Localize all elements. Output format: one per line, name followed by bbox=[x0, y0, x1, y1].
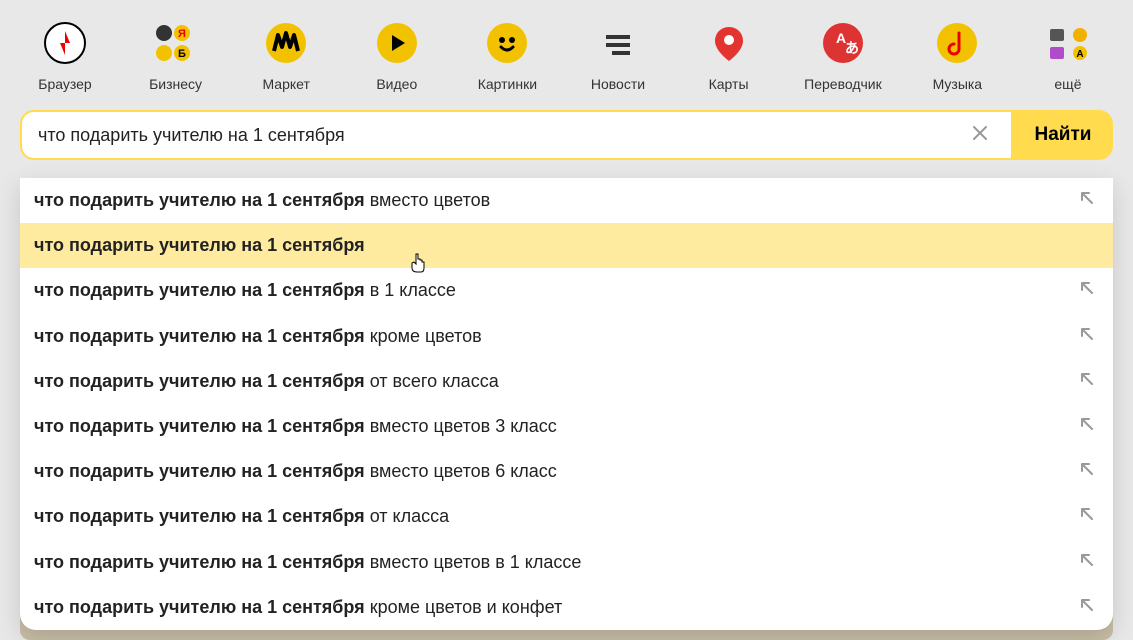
nav-video[interactable]: Видео bbox=[362, 18, 432, 92]
nav-label: Маркет bbox=[262, 76, 309, 92]
nav-label: ещё bbox=[1054, 76, 1081, 92]
svg-text:あ: あ bbox=[845, 40, 859, 56]
insert-arrow-icon[interactable] bbox=[1079, 278, 1095, 303]
translate-icon: Aあ bbox=[818, 18, 868, 68]
suggestion-item[interactable]: что подарить учителю на 1 сентября от кл… bbox=[20, 494, 1113, 539]
clear-icon[interactable] bbox=[965, 124, 995, 146]
suggestion-item[interactable]: что подарить учителю на 1 сентября от вс… bbox=[20, 359, 1113, 404]
nav-news[interactable]: Новости bbox=[583, 18, 653, 92]
nav-label: Браузер bbox=[38, 76, 91, 92]
insert-arrow-icon[interactable] bbox=[1079, 595, 1095, 620]
suggestion-item[interactable]: что подарить учителю на 1 сентября вмест… bbox=[20, 449, 1113, 494]
nav-maps[interactable]: Карты bbox=[694, 18, 764, 92]
nav-label: Картинки bbox=[478, 76, 537, 92]
insert-arrow-icon[interactable] bbox=[1079, 188, 1095, 213]
svg-text:Б: Б bbox=[178, 48, 186, 60]
news-icon bbox=[593, 18, 643, 68]
suggestion-item[interactable]: что подарить учителю на 1 сентября кроме… bbox=[20, 585, 1113, 630]
suggestion-text: что подарить учителю на 1 сентября кроме… bbox=[34, 324, 1059, 349]
suggestion-item[interactable]: что подарить учителю на 1 сентября bbox=[20, 223, 1113, 268]
maps-icon bbox=[704, 18, 754, 68]
suggestion-text: что подарить учителю на 1 сентября вмест… bbox=[34, 459, 1059, 484]
nav-music[interactable]: Музыка bbox=[922, 18, 992, 92]
browser-icon bbox=[40, 18, 90, 68]
business-icon: Я Б bbox=[151, 18, 201, 68]
suggestion-text: что подарить учителю на 1 сентября вмест… bbox=[34, 188, 1059, 213]
suggestion-item[interactable]: что подарить учителю на 1 сентября в 1 к… bbox=[20, 268, 1113, 313]
insert-arrow-icon[interactable] bbox=[1079, 550, 1095, 575]
top-nav: Браузер Я Б Бизнесу Маркет Видео Картинк… bbox=[0, 0, 1133, 92]
nav-browser[interactable]: Браузер bbox=[30, 18, 100, 92]
nav-label: Новости bbox=[591, 76, 645, 92]
svg-text:Я: Я bbox=[178, 28, 186, 40]
suggestion-text: что подарить учителю на 1 сентября от вс… bbox=[34, 369, 1059, 394]
suggestion-item[interactable]: что подарить учителю на 1 сентября кроме… bbox=[20, 314, 1113, 359]
nav-label: Бизнесу bbox=[149, 76, 202, 92]
nav-label: Видео bbox=[376, 76, 417, 92]
nav-images[interactable]: Картинки bbox=[472, 18, 542, 92]
nav-business[interactable]: Я Б Бизнесу bbox=[141, 18, 211, 92]
market-icon bbox=[261, 18, 311, 68]
suggestion-text: что подарить учителю на 1 сентября кроме… bbox=[34, 595, 1059, 620]
insert-arrow-icon[interactable] bbox=[1079, 504, 1095, 529]
nav-label: Карты bbox=[709, 76, 749, 92]
search-bar: Найти bbox=[20, 110, 1113, 160]
search-input-container bbox=[20, 110, 1013, 160]
suggestion-item[interactable]: что подарить учителю на 1 сентября вмест… bbox=[20, 404, 1113, 449]
suggestion-text: что подарить учителю на 1 сентября в 1 к… bbox=[34, 278, 1059, 303]
more-icon: A bbox=[1043, 18, 1093, 68]
suggestion-text: что подарить учителю на 1 сентября вмест… bbox=[34, 550, 1059, 575]
insert-arrow-icon[interactable] bbox=[1079, 324, 1095, 349]
svg-text:A: A bbox=[1076, 49, 1083, 60]
search-button[interactable]: Найти bbox=[1013, 110, 1113, 160]
suggestion-text: что подарить учителю на 1 сентября от кл… bbox=[34, 504, 1059, 529]
nav-market[interactable]: Маркет bbox=[251, 18, 321, 92]
suggestions-dropdown: что подарить учителю на 1 сентября вмест… bbox=[20, 178, 1113, 630]
search-input[interactable] bbox=[38, 125, 965, 146]
nav-label: Музыка bbox=[933, 76, 983, 92]
insert-arrow-icon[interactable] bbox=[1079, 369, 1095, 394]
suggestion-item[interactable]: что подарить учителю на 1 сентября вмест… bbox=[20, 178, 1113, 223]
suggestion-item[interactable]: что подарить учителю на 1 сентября вмест… bbox=[20, 540, 1113, 585]
insert-arrow-icon[interactable] bbox=[1079, 414, 1095, 439]
nav-translate[interactable]: Aあ Переводчик bbox=[804, 18, 882, 92]
music-icon bbox=[932, 18, 982, 68]
insert-arrow-icon[interactable] bbox=[1079, 459, 1095, 484]
suggestion-text: что подарить учителю на 1 сентября bbox=[34, 233, 1095, 258]
images-icon bbox=[482, 18, 532, 68]
suggestion-text: что подарить учителю на 1 сентября вмест… bbox=[34, 414, 1059, 439]
video-icon bbox=[372, 18, 422, 68]
nav-label: Переводчик bbox=[804, 76, 882, 92]
nav-more[interactable]: A ещё bbox=[1033, 18, 1103, 92]
